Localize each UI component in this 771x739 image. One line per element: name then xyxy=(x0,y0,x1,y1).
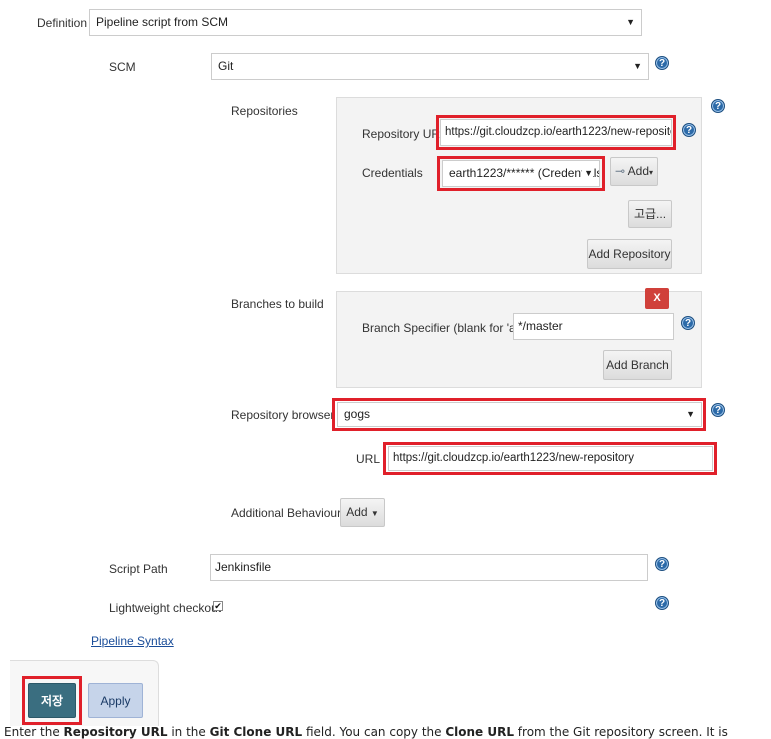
lightweight-checkout-label: Lightweight checkout xyxy=(109,601,222,615)
highlight-box xyxy=(332,398,706,431)
repositories-label: Repositories xyxy=(231,104,298,118)
apply-button[interactable]: Apply xyxy=(88,683,143,718)
highlight-box xyxy=(436,115,676,150)
help-icon[interactable]: ? xyxy=(682,123,696,137)
caption-part: field. You can copy the xyxy=(302,725,446,739)
definition-select[interactable]: Pipeline script from SCM ▼ xyxy=(89,9,642,36)
definition-value: Pipeline script from SCM xyxy=(96,15,229,29)
add-branch-button[interactable]: Add Branch xyxy=(603,350,672,380)
caret-down-icon: ▾ xyxy=(649,168,654,177)
highlight-box xyxy=(383,442,717,475)
repository-browser-label: Repository browser xyxy=(231,408,335,422)
add-behaviour-button[interactable]: Add ▼ xyxy=(340,498,385,527)
help-icon[interactable]: ? xyxy=(711,403,725,417)
script-path-label: Script Path xyxy=(109,562,168,576)
caption-part: in the xyxy=(167,725,210,739)
caption-text: Enter the Repository URL in the Git Clon… xyxy=(4,725,771,739)
caret-down-icon: ▼ xyxy=(626,17,635,27)
script-path-input[interactable]: Jenkinsfile xyxy=(210,554,648,581)
delete-branch-button[interactable]: X xyxy=(645,288,669,309)
scm-value: Git xyxy=(218,59,234,73)
highlight-box xyxy=(22,676,82,725)
scm-label: SCM xyxy=(109,60,136,74)
scm-select[interactable]: Git ▼ xyxy=(211,53,649,80)
caption-bold: Git Clone URL xyxy=(209,725,303,739)
caption-part: from the Git repository screen. It is xyxy=(513,725,728,739)
add-credentials-button[interactable]: ⊸ Add▾ xyxy=(610,157,658,186)
branch-specifier-label: Branch Specifier (blank for 'any') xyxy=(362,321,535,335)
advanced-button[interactable]: 고급... xyxy=(628,200,672,228)
caret-down-icon: ▼ xyxy=(370,509,379,518)
help-icon[interactable]: ? xyxy=(711,99,725,113)
help-icon[interactable]: ? xyxy=(655,56,669,70)
caption-bold: Repository URL xyxy=(63,725,168,739)
add-credentials-label: Add xyxy=(627,164,650,178)
repository-url-label: Repository URL xyxy=(362,127,447,141)
caret-down-icon: ▼ xyxy=(633,61,642,71)
add-repository-button[interactable]: Add Repository xyxy=(587,239,672,269)
branches-label: Branches to build xyxy=(231,297,324,311)
branch-specifier-input[interactable]: */master xyxy=(513,313,674,340)
help-icon[interactable]: ? xyxy=(681,316,695,330)
pipeline-syntax-link[interactable]: Pipeline Syntax xyxy=(91,634,174,648)
add-behaviour-label: Add xyxy=(346,505,368,519)
definition-label: Definition xyxy=(37,16,88,30)
help-icon[interactable]: ? xyxy=(655,557,669,571)
caption-part: Enter the xyxy=(4,725,64,739)
browser-url-label: URL xyxy=(356,452,381,466)
lightweight-checkout-checkbox[interactable]: ✔ xyxy=(213,601,223,611)
help-icon[interactable]: ? xyxy=(655,596,669,610)
caption-bold: Clone URL xyxy=(445,725,514,739)
additional-behaviours-label: Additional Behaviours xyxy=(231,506,348,520)
highlight-box xyxy=(437,156,605,191)
key-icon: ⊸ xyxy=(614,164,625,178)
credentials-label: Credentials xyxy=(362,166,423,180)
